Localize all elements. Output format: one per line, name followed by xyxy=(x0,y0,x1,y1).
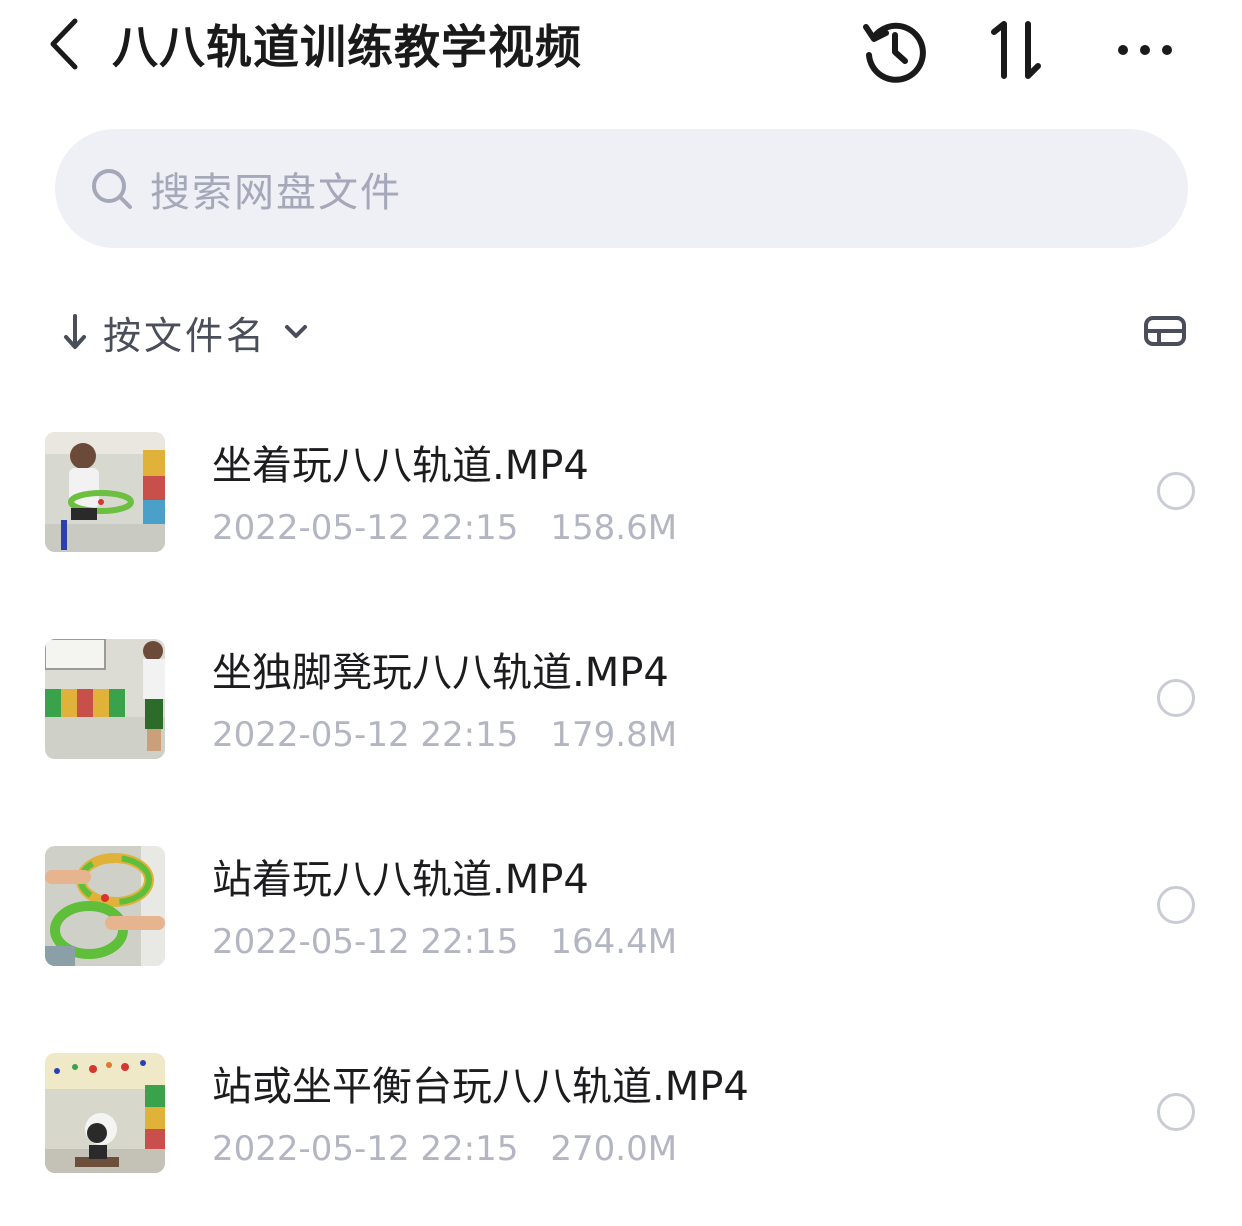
video-thumbnail xyxy=(45,639,165,759)
page-title: 八八轨道训练教学视频 xyxy=(112,20,582,74)
select-checkbox[interactable] xyxy=(1157,886,1195,924)
file-name: 站着玩八八轨道.MP4 xyxy=(212,857,589,903)
file-size: 270.0M xyxy=(550,1129,678,1169)
file-size: 164.4M xyxy=(550,922,678,962)
file-name: 站或坐平衡台玩八八轨道.MP4 xyxy=(212,1064,749,1110)
more-icon xyxy=(1115,40,1175,64)
sort-arrows-icon xyxy=(988,18,1052,86)
sort-label: 按文件名 xyxy=(103,313,268,358)
select-checkbox[interactable] xyxy=(1157,1093,1195,1131)
chevron-down-icon xyxy=(281,317,311,347)
file-size: 179.8M xyxy=(550,715,678,755)
file-meta: 2022-05-12 22:15 179.8M xyxy=(212,713,677,757)
file-name: 坐着玩八八轨道.MP4 xyxy=(212,443,589,489)
select-checkbox[interactable] xyxy=(1157,679,1195,717)
search-icon xyxy=(88,165,136,213)
file-date: 2022-05-12 22:15 xyxy=(212,922,519,962)
history-icon xyxy=(860,15,930,89)
chevron-left-icon xyxy=(47,17,81,75)
file-name: 坐独脚凳玩八八轨道.MP4 xyxy=(212,650,669,696)
sort-order-button[interactable] xyxy=(980,14,1060,90)
file-date: 2022-05-12 22:15 xyxy=(212,508,519,548)
file-date: 2022-05-12 22:15 xyxy=(212,715,519,755)
list-view-icon xyxy=(1143,315,1187,351)
sort-by-name-dropdown[interactable]: 按文件名 xyxy=(55,300,311,364)
video-thumbnail xyxy=(45,846,165,966)
video-thumbnail xyxy=(45,432,165,552)
file-row[interactable]: 坐独脚凳玩八八轨道.MP4 2022-05-12 22:15 179.8M xyxy=(0,617,1242,777)
back-button[interactable] xyxy=(36,16,92,76)
file-meta: 2022-05-12 22:15 158.6M xyxy=(212,506,677,550)
sort-bar: 按文件名 xyxy=(55,300,1190,364)
file-meta: 2022-05-12 22:15 164.4M xyxy=(212,920,677,964)
view-mode-button[interactable] xyxy=(1140,308,1190,358)
file-date: 2022-05-12 22:15 xyxy=(212,1129,519,1169)
video-thumbnail xyxy=(45,1053,165,1173)
more-button[interactable] xyxy=(1105,14,1185,90)
history-button[interactable] xyxy=(855,14,935,90)
file-row[interactable]: 坐着玩八八轨道.MP4 2022-05-12 22:15 158.6M xyxy=(0,410,1242,570)
file-size: 158.6M xyxy=(550,508,678,548)
header-bar: 八八轨道训练教学视频 xyxy=(0,0,1242,100)
search-input[interactable]: 搜索网盘文件 xyxy=(55,129,1188,248)
file-row[interactable]: 站或坐平衡台玩八八轨道.MP4 2022-05-12 22:15 270.0M xyxy=(0,1031,1242,1191)
file-row[interactable]: 站着玩八八轨道.MP4 2022-05-12 22:15 164.4M xyxy=(0,824,1242,984)
select-checkbox[interactable] xyxy=(1157,472,1195,510)
file-meta: 2022-05-12 22:15 270.0M xyxy=(212,1127,677,1171)
search-placeholder: 搜索网盘文件 xyxy=(150,169,402,216)
arrow-down-icon xyxy=(55,308,95,356)
